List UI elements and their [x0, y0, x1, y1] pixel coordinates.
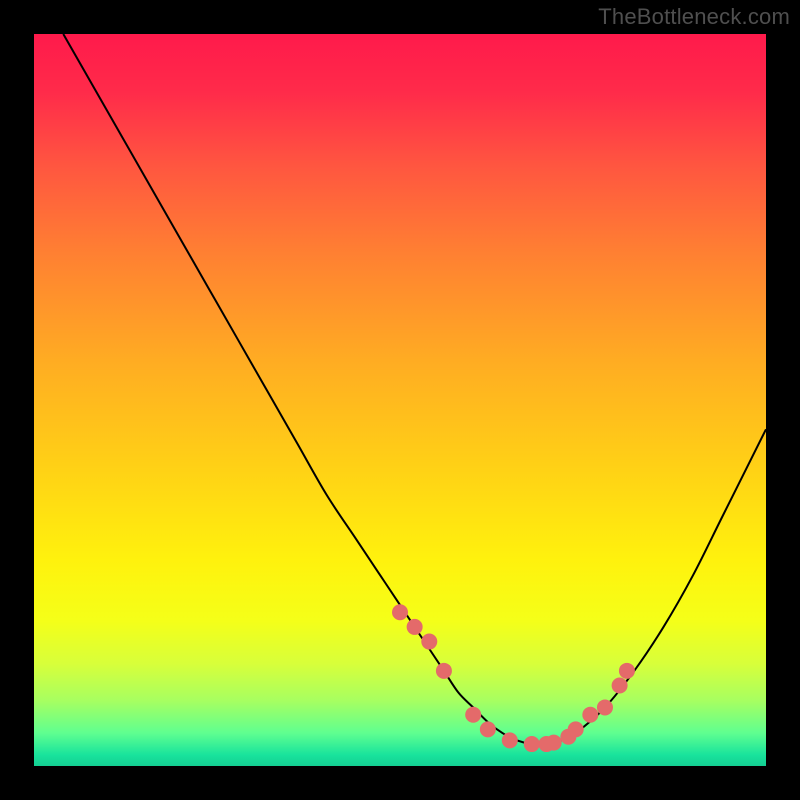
highlight-dot — [546, 735, 562, 751]
highlight-dot — [568, 721, 584, 737]
highlight-dot — [421, 634, 437, 650]
highlight-dot — [392, 604, 408, 620]
highlight-dot — [582, 707, 598, 723]
highlight-dot — [524, 736, 540, 752]
highlight-dot — [502, 732, 518, 748]
highlight-dot — [465, 707, 481, 723]
attribution-label: TheBottleneck.com — [598, 4, 790, 30]
bottleneck-chart — [0, 0, 800, 800]
highlight-dot — [480, 721, 496, 737]
highlight-dot — [436, 663, 452, 679]
highlight-dot — [612, 677, 628, 693]
highlight-dot — [597, 699, 613, 715]
chart-frame: TheBottleneck.com — [0, 0, 800, 800]
plot-background — [34, 34, 766, 766]
highlight-dot — [407, 619, 423, 635]
highlight-dot — [619, 663, 635, 679]
